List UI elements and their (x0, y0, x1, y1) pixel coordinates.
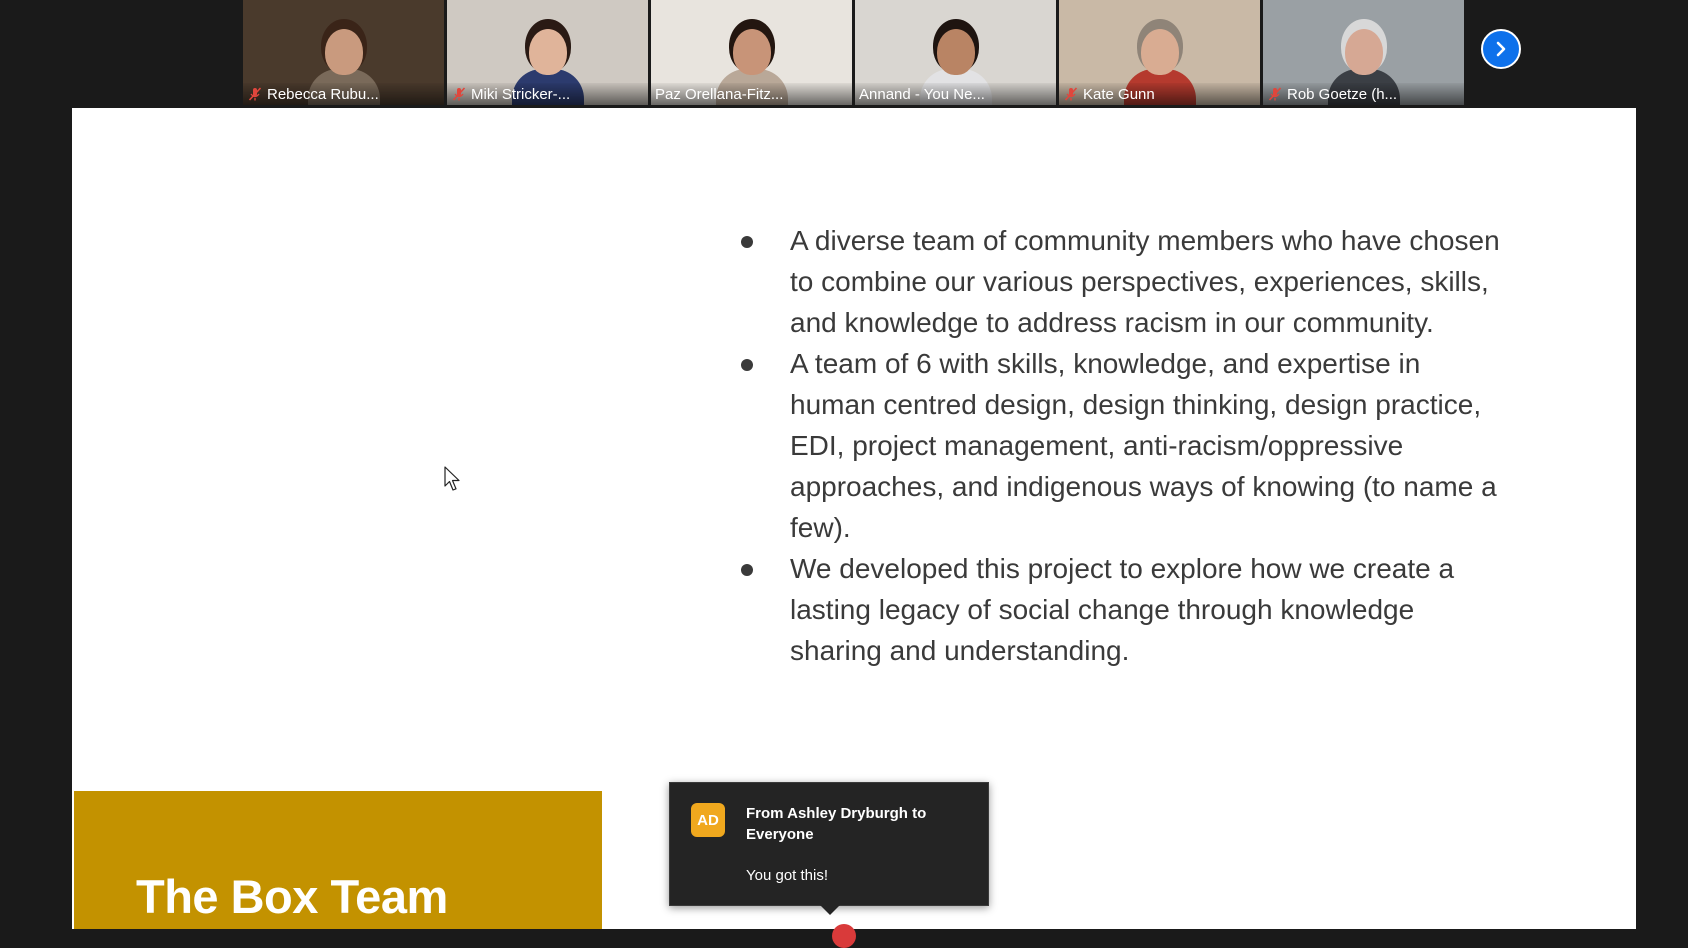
bullet-text: A team of 6 with skills, knowledge, and … (790, 348, 1497, 543)
participant-tile[interactable]: Rebecca Rubu... (243, 0, 444, 105)
bullet-dot (741, 564, 753, 576)
bullet-dot (741, 359, 753, 371)
participant-head (324, 29, 363, 75)
chevron-right-icon (1496, 41, 1506, 57)
bullet-text: A diverse team of community members who … (790, 225, 1500, 338)
participant-label: Paz Orellana-Fitz... (651, 83, 852, 105)
muted-mic-icon (1064, 87, 1078, 101)
slide-title-box: The Box Team (74, 791, 602, 929)
participant-name: Rebecca Rubu... (267, 85, 379, 103)
participant-head (1344, 29, 1383, 75)
mouse-cursor-icon (444, 466, 460, 491)
participant-tile[interactable]: Annand - You Ne... (855, 0, 1056, 105)
participant-tile[interactable]: Miki Stricker-... (447, 0, 648, 105)
toast-pointer (820, 905, 840, 915)
next-participants-button[interactable] (1481, 29, 1521, 69)
muted-mic-icon (1268, 87, 1282, 101)
muted-mic-icon (452, 87, 466, 101)
participant-head (1140, 29, 1179, 75)
participant-name: Paz Orellana-Fitz... (655, 85, 784, 103)
slide-bullet: A team of 6 with skills, knowledge, and … (735, 343, 1505, 548)
chat-sender: From Ashley Dryburgh to Everyone (746, 805, 927, 843)
slide-bullet: A diverse team of community members who … (735, 220, 1505, 343)
participant-name: Miki Stricker-... (471, 85, 571, 103)
slide-bullet-list: A diverse team of community members who … (735, 220, 1505, 671)
participant-head (732, 29, 771, 75)
avatar: AD (691, 803, 725, 837)
participant-label: Miki Stricker-... (447, 83, 648, 105)
participant-label: Rebecca Rubu... (243, 83, 444, 105)
participant-label: Annand - You Ne... (855, 83, 1056, 105)
participant-label: Rob Goetze (h... (1263, 83, 1464, 105)
slide-bullet: We developed this project to explore how… (735, 548, 1505, 671)
participant-label: Kate Gunn (1059, 83, 1260, 105)
notification-dot (832, 924, 856, 948)
participant-head (528, 29, 567, 75)
chat-message: You got this! (746, 867, 829, 884)
slide-title: The Box Team (136, 870, 448, 923)
participant-tile[interactable]: Rob Goetze (h... (1263, 0, 1464, 105)
participant-head (936, 29, 975, 75)
participant-tile[interactable]: Kate Gunn (1059, 0, 1260, 105)
participant-name: Kate Gunn (1083, 85, 1155, 103)
participant-name: Annand - You Ne... (859, 85, 985, 103)
participant-strip: Rebecca Rubu... Miki Stricker-... Paz Orel… (243, 0, 1467, 105)
muted-mic-icon (248, 87, 262, 101)
participant-tile[interactable]: Paz Orellana-Fitz... (651, 0, 852, 105)
bullet-dot (741, 236, 753, 248)
chat-notification[interactable]: AD From Ashley Dryburgh to Everyone You … (669, 782, 989, 915)
bullet-text: We developed this project to explore how… (790, 553, 1455, 666)
participant-name: Rob Goetze (h... (1287, 85, 1398, 103)
